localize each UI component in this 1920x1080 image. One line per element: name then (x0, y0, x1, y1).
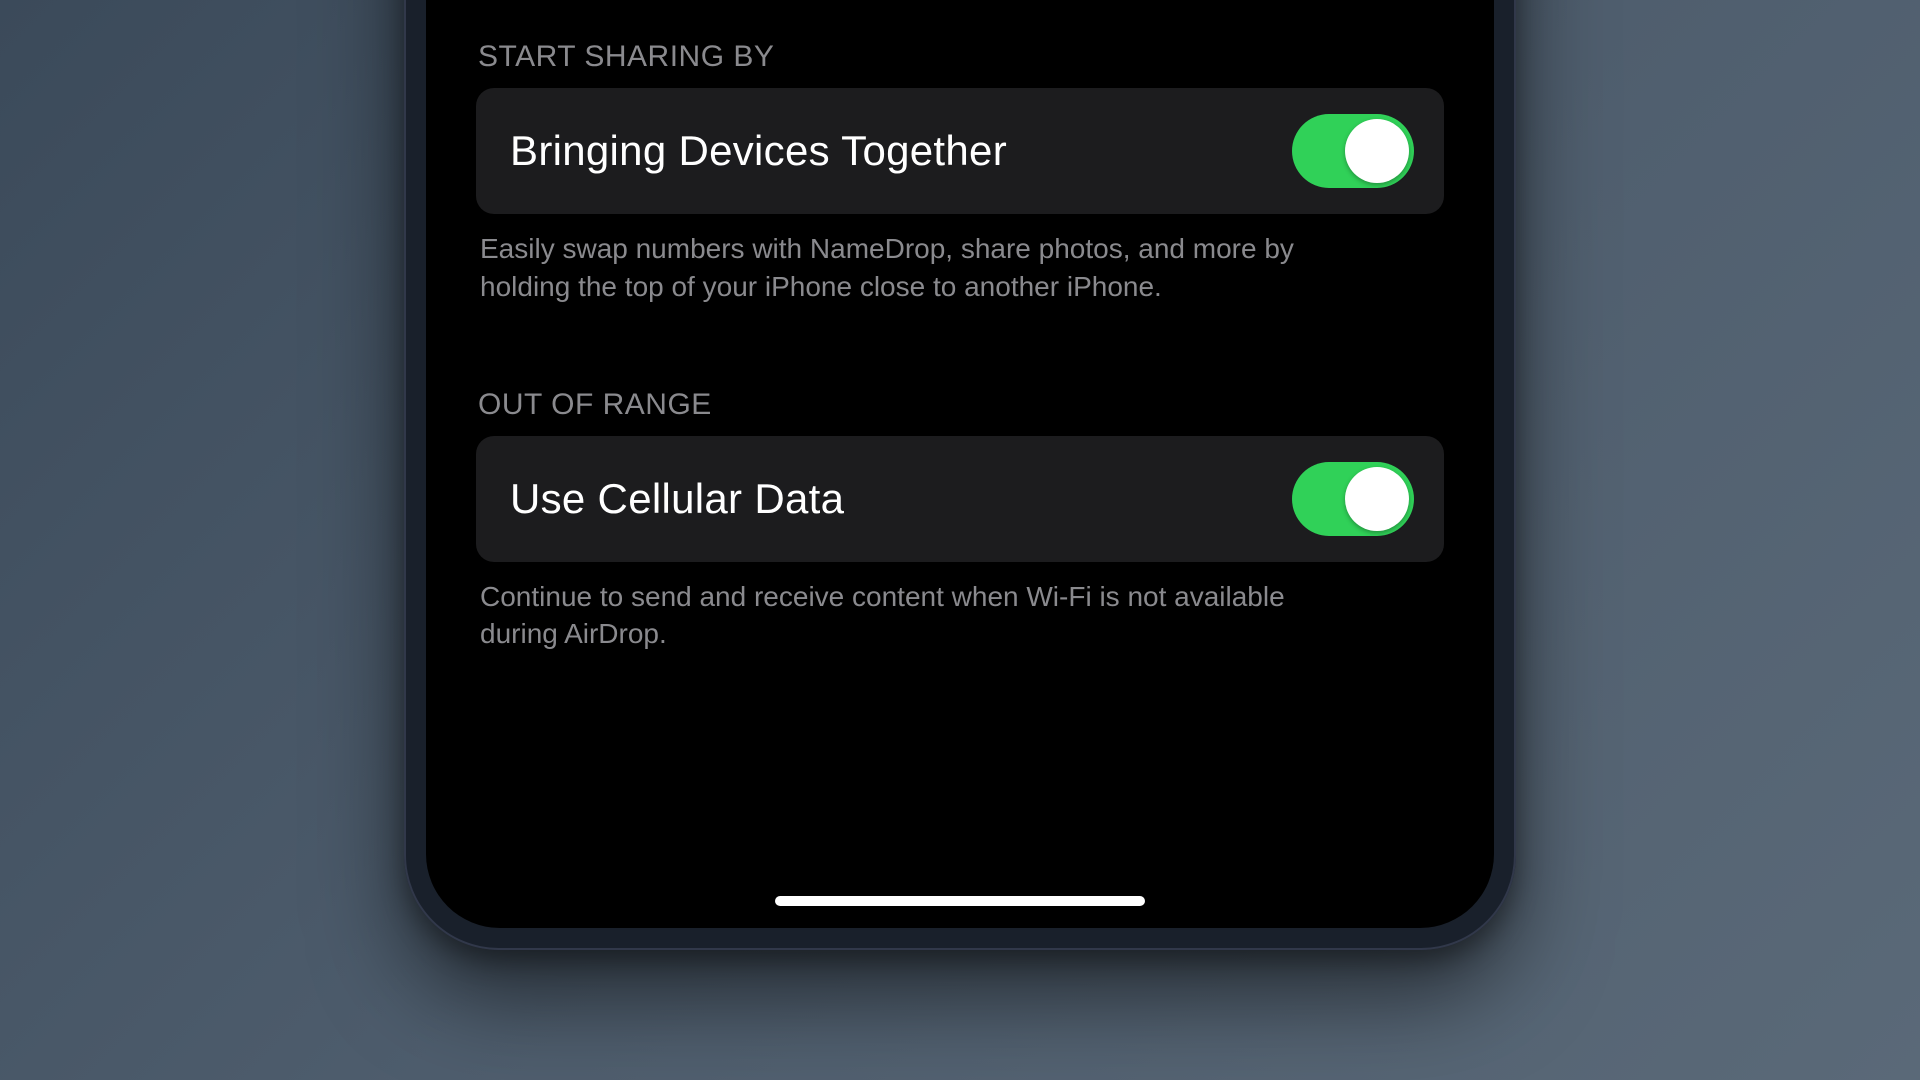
row-label-use-cellular-data: Use Cellular Data (510, 475, 844, 523)
phone-frame: START SHARING BY Bringing Devices Togeth… (404, 0, 1516, 950)
section-footer-out-of-range: Continue to send and receive content whe… (476, 562, 1354, 654)
section-start-sharing: START SHARING BY Bringing Devices Togeth… (476, 40, 1444, 306)
section-out-of-range: OUT OF RANGE Use Cellular Data Continue … (476, 388, 1444, 654)
section-header-out-of-range: OUT OF RANGE (476, 388, 1444, 436)
toggle-knob-icon (1345, 119, 1409, 183)
row-label-bringing-devices: Bringing Devices Together (510, 127, 1007, 175)
phone-screen: START SHARING BY Bringing Devices Togeth… (426, 0, 1494, 928)
settings-content: START SHARING BY Bringing Devices Togeth… (426, 40, 1494, 653)
toggle-use-cellular-data[interactable] (1292, 462, 1414, 536)
stage-background: START SHARING BY Bringing Devices Togeth… (0, 0, 1920, 1080)
home-indicator[interactable] (775, 896, 1145, 906)
row-use-cellular-data[interactable]: Use Cellular Data (476, 436, 1444, 562)
section-header-start-sharing: START SHARING BY (476, 40, 1444, 88)
row-bringing-devices-together[interactable]: Bringing Devices Together (476, 88, 1444, 214)
toggle-knob-icon (1345, 467, 1409, 531)
section-footer-start-sharing: Easily swap numbers with NameDrop, share… (476, 214, 1354, 306)
toggle-bringing-devices-together[interactable] (1292, 114, 1414, 188)
